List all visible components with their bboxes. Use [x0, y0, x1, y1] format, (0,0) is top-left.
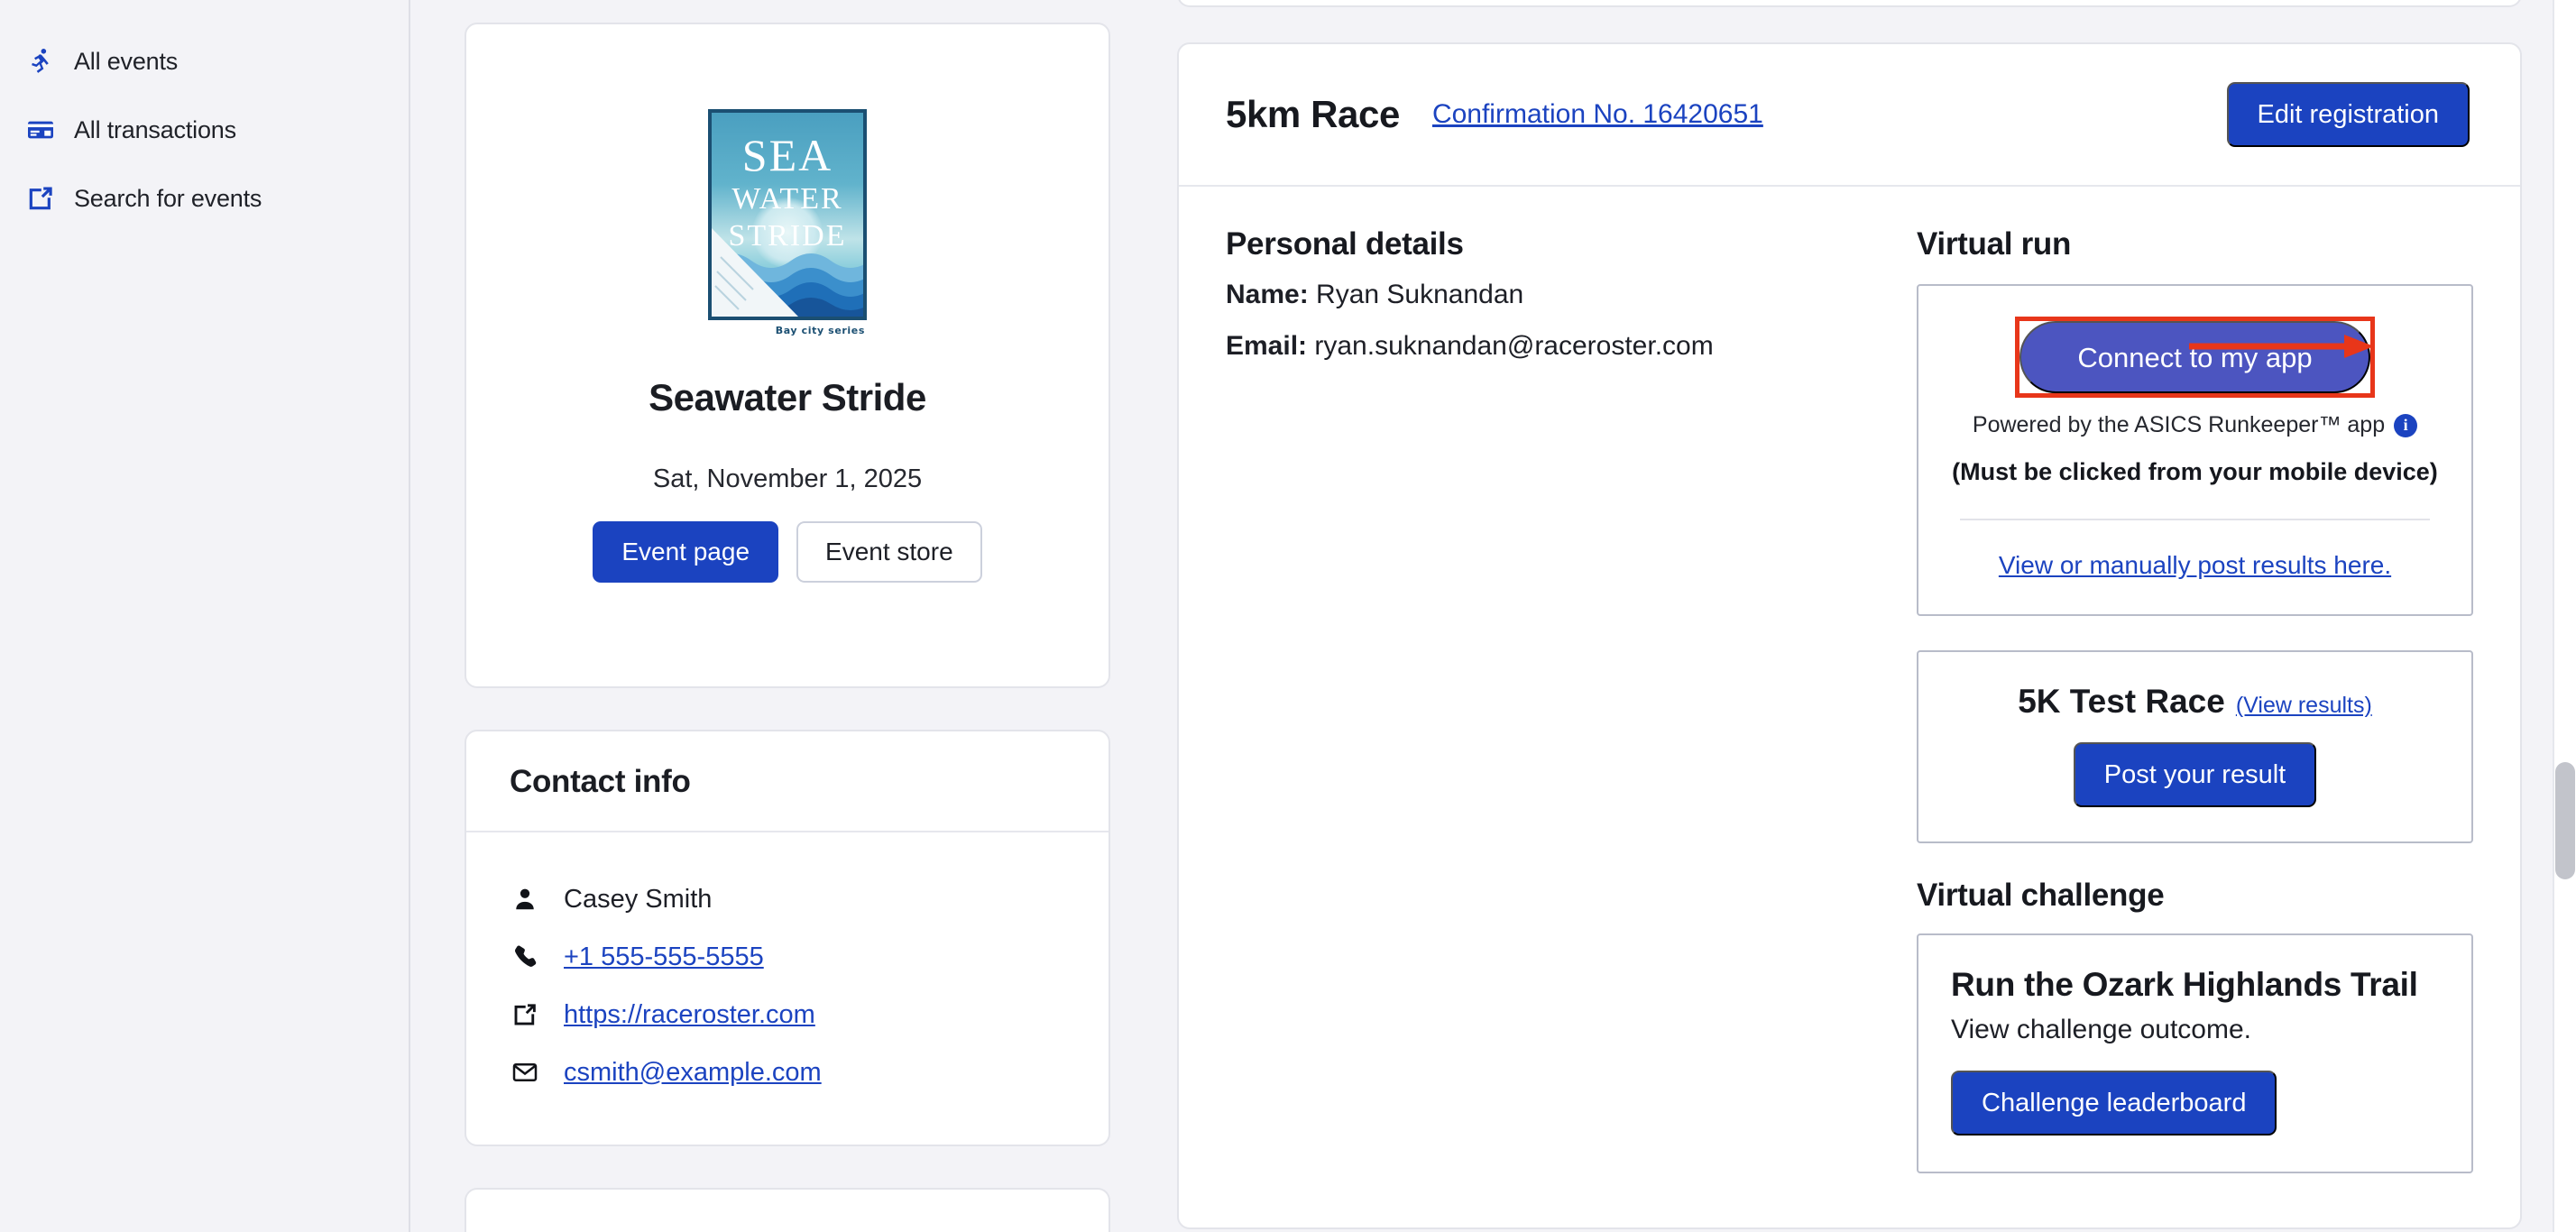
main-content: SEA WATER STRIDE Bay city series Seawate… — [410, 0, 2576, 1232]
virtual-challenge-box: Run the Ozark Highlands Trail View chall… — [1917, 933, 2473, 1173]
personal-details-heading: Personal details — [1226, 226, 1881, 262]
phone-icon — [510, 942, 540, 972]
contact-row-phone: +1 555-555-5555 — [510, 928, 1065, 986]
info-icon[interactable]: i — [2394, 414, 2417, 437]
confirmation-number-link[interactable]: Confirmation No. 16420651 — [1432, 99, 1763, 130]
contact-row-email: csmith@example.com — [510, 1044, 1065, 1101]
previous-card-partial — [1177, 0, 2522, 7]
view-results-link[interactable]: (View results) — [2236, 693, 2372, 719]
sidebar-item-all-transactions[interactable]: All transactions — [0, 103, 409, 157]
event-logo-artwork: SEA WATER STRIDE — [708, 109, 867, 320]
email-label: Email: — [1226, 331, 1307, 361]
post-your-result-button[interactable]: Post your result — [2074, 742, 2316, 807]
contact-phone-link[interactable]: +1 555-555-5555 — [564, 942, 764, 972]
logo-caption: Bay city series — [708, 325, 867, 336]
running-person-icon — [25, 46, 56, 77]
sidebar-item-label: All events — [74, 48, 178, 76]
registration-body: Personal details Name: Ryan Suknandan Em… — [1179, 187, 2520, 1227]
logo-line-2: WATER — [712, 184, 863, 216]
powered-by-text: Powered by the ASICS Runkeeper™ app — [1973, 412, 2385, 438]
challenge-leaderboard-button[interactable]: Challenge leaderboard — [1951, 1071, 2277, 1135]
contact-info-card: Contact info Casey Smith — [465, 730, 1110, 1146]
event-title: Seawater Stride — [649, 376, 926, 419]
registration-title: 5km Race — [1226, 93, 1400, 136]
event-date: Sat, November 1, 2025 — [653, 464, 922, 494]
external-link-icon — [510, 999, 540, 1030]
sidebar: All events All transactions — [0, 0, 410, 1232]
virtual-challenge-subtitle: View challenge outcome. — [1951, 1015, 2439, 1045]
edit-registration-button[interactable]: Edit registration — [2227, 82, 2470, 147]
connect-to-my-app-button[interactable]: Connect to my app — [2019, 321, 2369, 393]
sidebar-item-all-events[interactable]: All events — [0, 34, 409, 88]
contact-name-value: Casey Smith — [564, 885, 712, 915]
envelope-icon — [510, 1057, 540, 1088]
event-page-button[interactable]: Event page — [593, 521, 778, 583]
contact-website-link[interactable]: https://raceroster.com — [564, 1000, 815, 1030]
next-card-partial — [465, 1188, 1110, 1232]
event-logo: SEA WATER STRIDE Bay city series — [708, 109, 867, 336]
connect-button-highlight: Connect to my app — [2015, 317, 2374, 398]
event-summary-card: SEA WATER STRIDE Bay city series Seawate… — [465, 23, 1110, 688]
virtual-run-box: Connect to my app Powered by the ASICS R… — [1917, 284, 2473, 616]
personal-details-email-row: Email: ryan.suknandan@raceroster.com — [1226, 328, 1881, 365]
right-column: 5km Race Confirmation No. 16420651 Edit … — [1123, 0, 2576, 1232]
credit-card-icon — [25, 115, 56, 145]
event-action-buttons: Event page Event store — [593, 521, 981, 583]
contact-info-heading: Contact info — [466, 731, 1109, 832]
logo-line-3: STRIDE — [712, 221, 863, 253]
contact-email-link[interactable]: csmith@example.com — [564, 1058, 822, 1088]
test-race-box: 5K Test Race (View results) Post your re… — [1917, 650, 2473, 843]
must-be-clicked-note: (Must be clicked from your mobile device… — [1949, 458, 2441, 486]
registration-header: 5km Race Confirmation No. 16420651 Edit … — [1179, 44, 2520, 187]
virtual-run-divider — [1960, 519, 2430, 520]
name-value: Ryan Suknandan — [1316, 280, 1523, 309]
virtual-challenge-heading: Virtual challenge — [1917, 878, 2473, 914]
logo-line-1: SEA — [712, 133, 863, 179]
contact-row-name: Casey Smith — [510, 870, 1065, 928]
personal-details-section: Personal details Name: Ryan Suknandan Em… — [1226, 226, 1881, 1173]
contact-row-website: https://raceroster.com — [510, 986, 1065, 1044]
sidebar-item-label: Search for events — [74, 185, 262, 213]
name-label: Name: — [1226, 280, 1309, 309]
virtual-challenge-name: Run the Ozark Highlands Trail — [1951, 966, 2439, 1004]
vertical-scrollbar-thumb[interactable] — [2555, 762, 2575, 879]
virtual-run-heading: Virtual run — [1917, 226, 2473, 262]
powered-by-row: Powered by the ASICS Runkeeper™ app i — [1949, 412, 2441, 438]
email-value: ryan.suknandan@raceroster.com — [1314, 331, 1713, 361]
registration-card: 5km Race Confirmation No. 16420651 Edit … — [1177, 42, 2522, 1229]
contact-info-list: Casey Smith +1 555-555-5555 — [466, 832, 1109, 1145]
event-store-button[interactable]: Event store — [796, 521, 982, 583]
sidebar-item-label: All transactions — [74, 116, 236, 144]
test-race-title: 5K Test Race — [2018, 683, 2225, 721]
personal-details-name-row: Name: Ryan Suknandan — [1226, 277, 1881, 314]
test-race-title-row: 5K Test Race (View results) — [1949, 683, 2441, 721]
external-link-icon — [25, 183, 56, 214]
view-post-results-link[interactable]: View or manually post results here. — [1999, 551, 2391, 580]
left-column: SEA WATER STRIDE Bay city series Seawate… — [410, 0, 1123, 1232]
sidebar-item-search-for-events[interactable]: Search for events — [0, 171, 409, 225]
person-icon — [510, 884, 540, 915]
app-root: All events All transactions — [0, 0, 2576, 1232]
virtual-sections: Virtual run Connect to my app Powered by… — [1881, 226, 2473, 1173]
vertical-scrollbar[interactable] — [2553, 0, 2576, 1232]
